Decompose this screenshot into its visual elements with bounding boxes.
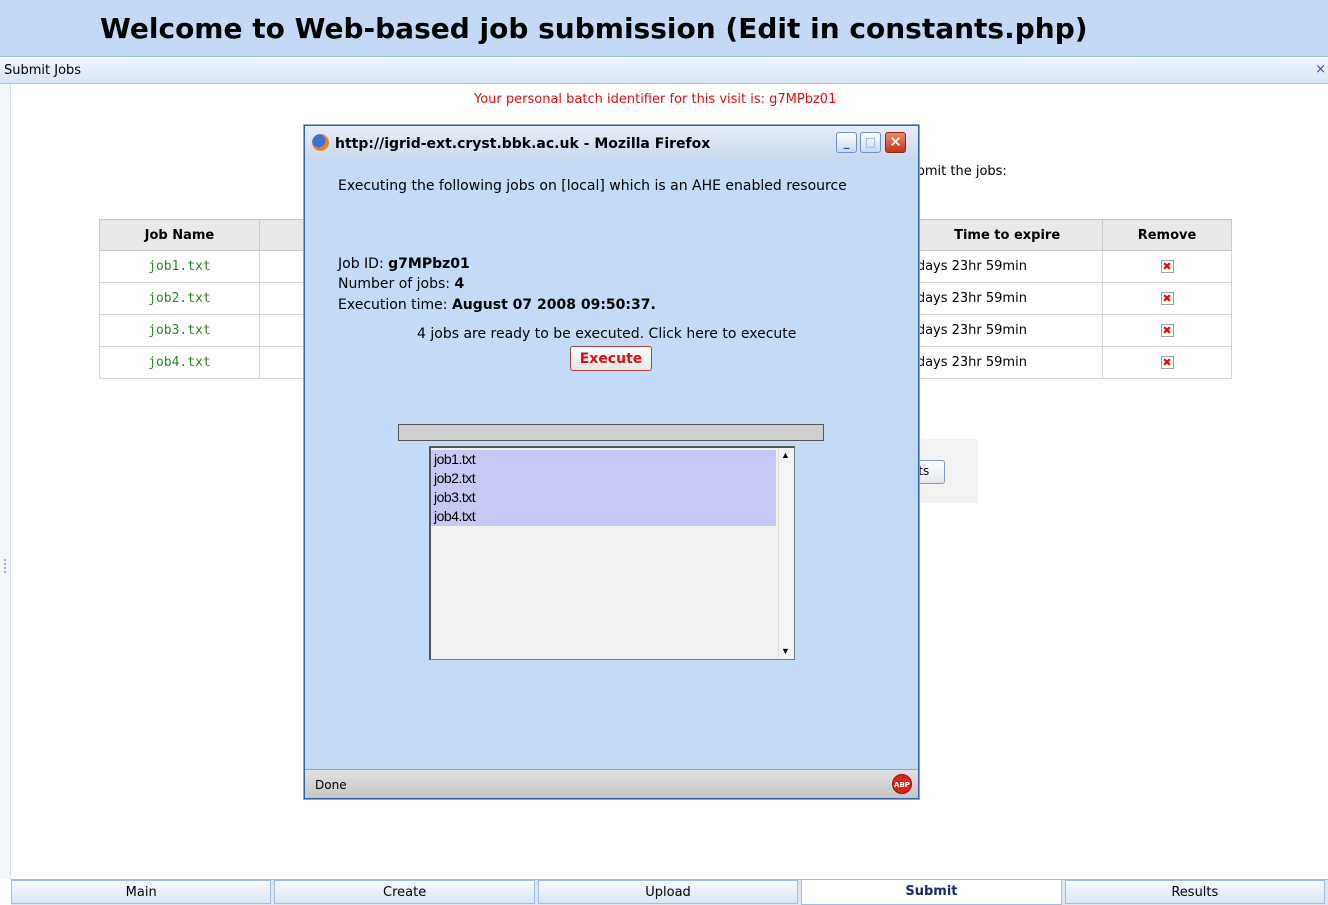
time-to-expire: ıdays 23hr 59min <box>906 314 1104 347</box>
tab-main[interactable]: Main <box>11 880 272 904</box>
col-header-time-to-expire: Time to expire <box>906 219 1104 251</box>
tab-submit[interactable]: Submit <box>801 880 1062 905</box>
popup-title: http://igrid-ext.cryst.bbk.ac.uk - Mozil… <box>335 136 711 152</box>
remove-icon[interactable]: ✖ <box>1160 356 1174 369</box>
num-jobs-line: Number of jobs: 4 <box>338 276 464 292</box>
panel-header: Submit Jobs × <box>0 57 1328 84</box>
splitter-grip-icon[interactable] <box>4 559 6 573</box>
popup-heading: Executing the following jobs on [local] … <box>338 178 847 194</box>
col-header-remove: Remove <box>1102 219 1232 251</box>
num-jobs-value: 4 <box>454 276 465 292</box>
remove-icon[interactable]: ✖ <box>1160 260 1174 273</box>
page-title: Welcome to Web-based job submission (Edi… <box>100 12 1088 45</box>
job-name[interactable]: job1.txt <box>99 250 260 283</box>
job-id-line: Job ID: g7MPbz01 <box>338 256 470 272</box>
list-item[interactable]: job1.txt <box>431 450 776 469</box>
panel-title: Submit Jobs <box>4 63 82 78</box>
job-name[interactable]: job3.txt <box>99 314 260 347</box>
remove-icon[interactable]: ✖ <box>1160 292 1174 305</box>
remove-cell: ✖ <box>1102 250 1232 283</box>
close-button[interactable]: ✕ <box>885 132 906 153</box>
remove-cell: ✖ <box>1102 314 1232 347</box>
bottom-tab-bar: Main Create Upload Submit Results <box>11 879 1328 905</box>
batch-identifier: Your personal batch identifier for this … <box>474 92 837 107</box>
scroll-down-icon[interactable]: ▼ <box>781 646 790 656</box>
maximize-button[interactable]: □ <box>860 132 881 153</box>
left-splitter[interactable] <box>0 84 11 879</box>
time-to-expire: ıdays 23hr 59min <box>906 346 1104 379</box>
status-text: Done <box>315 778 347 792</box>
scroll-up-icon[interactable]: ▲ <box>781 450 790 460</box>
list-item[interactable]: job4.txt <box>431 507 776 526</box>
tab-upload[interactable]: Upload <box>537 880 799 904</box>
minimize-button[interactable]: _ <box>836 132 857 153</box>
status-bar: Done ABP <box>305 769 918 798</box>
job-name[interactable]: job2.txt <box>99 282 260 315</box>
time-to-expire: ıdays 23hr 59min <box>906 250 1104 283</box>
tab-results[interactable]: Results <box>1064 880 1326 904</box>
time-to-expire: ıdays 23hr 59min <box>906 282 1104 315</box>
exec-time-label: Execution time: <box>338 297 448 313</box>
job-id-value: g7MPbz01 <box>388 256 470 272</box>
panel-close-icon[interactable]: × <box>1315 62 1326 77</box>
exec-time-value: August 07 2008 09:50:37. <box>451 297 656 313</box>
list-item[interactable]: job3.txt <box>431 488 776 507</box>
page-banner: Welcome to Web-based job submission (Edi… <box>0 0 1328 57</box>
popup-titlebar[interactable]: http://igrid-ext.cryst.bbk.ac.uk - Mozil… <box>305 126 918 160</box>
exec-time-line: Execution time: August 07 2008 09:50:37. <box>338 297 656 313</box>
job-listbox[interactable]: job1.txt job2.txt job3.txt job4.txt ▲ ▼ <box>429 446 795 660</box>
submit-instruction-text: ıbmit the jobs: <box>913 164 1007 179</box>
job-name[interactable]: job4.txt <box>99 346 260 379</box>
remove-cell: ✖ <box>1102 282 1232 315</box>
progress-bar <box>398 424 824 441</box>
remove-cell: ✖ <box>1102 346 1232 379</box>
ready-message: 4 jobs are ready to be executed. Click h… <box>417 326 797 342</box>
tab-create[interactable]: Create <box>274 880 535 904</box>
firefox-popup-window: http://igrid-ext.cryst.bbk.ac.uk - Mozil… <box>304 125 919 799</box>
job-list-items: job1.txt job2.txt job3.txt job4.txt <box>431 450 776 526</box>
num-jobs-label: Number of jobs: <box>338 276 450 292</box>
remove-icon[interactable]: ✖ <box>1160 324 1174 337</box>
listbox-scrollbar[interactable]: ▲ ▼ <box>778 448 794 658</box>
list-item[interactable]: job2.txt <box>431 469 776 488</box>
job-id-label: Job ID: <box>338 256 384 272</box>
execute-button[interactable]: Execute <box>570 346 652 371</box>
adblock-plus-icon[interactable]: ABP <box>892 774 912 794</box>
col-header-job-name: Job Name <box>99 219 260 251</box>
firefox-icon <box>312 134 329 151</box>
